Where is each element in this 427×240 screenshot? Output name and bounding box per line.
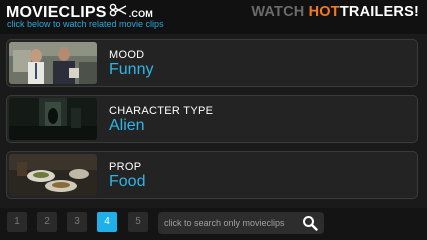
row-category: CHARACTER TYPE bbox=[109, 105, 214, 117]
row-value: Alien bbox=[109, 117, 145, 134]
page-button-3[interactable]: 3 bbox=[67, 212, 87, 232]
office-scene-thumbnail bbox=[9, 42, 97, 84]
hot-trailers-link[interactable]: WATCH HOTTRAILERS! bbox=[251, 4, 419, 20]
promo-trailers: TRAILERS! bbox=[339, 4, 419, 20]
row-value: Food bbox=[109, 173, 146, 190]
row-category: MOOD bbox=[109, 49, 145, 61]
header-subtitle: click below to watch related movie clips bbox=[7, 19, 164, 29]
page-button-1[interactable]: 1 bbox=[7, 212, 27, 232]
search-input[interactable] bbox=[164, 212, 298, 234]
page-button-5[interactable]: 5 bbox=[128, 212, 148, 232]
scissors-icon bbox=[109, 3, 127, 17]
header-bar: MOVIECLIPS .COM click below to watch rel… bbox=[0, 0, 427, 34]
clip-row-character-type[interactable]: CHARACTER TYPE Alien bbox=[6, 95, 418, 143]
page-button-2[interactable]: 2 bbox=[37, 212, 57, 232]
dark-corridor-thumbnail bbox=[9, 98, 97, 140]
row-value: Funny bbox=[109, 61, 154, 78]
search-box bbox=[158, 212, 324, 234]
food-plates-thumbnail bbox=[9, 154, 97, 196]
row-category: PROP bbox=[109, 161, 142, 173]
promo-watch: WATCH bbox=[251, 4, 309, 20]
page-button-4[interactable]: 4 bbox=[97, 212, 117, 232]
pagination-bar: 1 2 3 4 5 bbox=[0, 208, 427, 240]
search-icon[interactable] bbox=[302, 215, 318, 231]
promo-hot: HOT bbox=[308, 4, 340, 20]
clip-row-prop[interactable]: PROP Food bbox=[6, 151, 418, 199]
logo-suffix: .COM bbox=[128, 9, 153, 19]
clip-row-mood[interactable]: MOOD Funny bbox=[6, 39, 418, 87]
